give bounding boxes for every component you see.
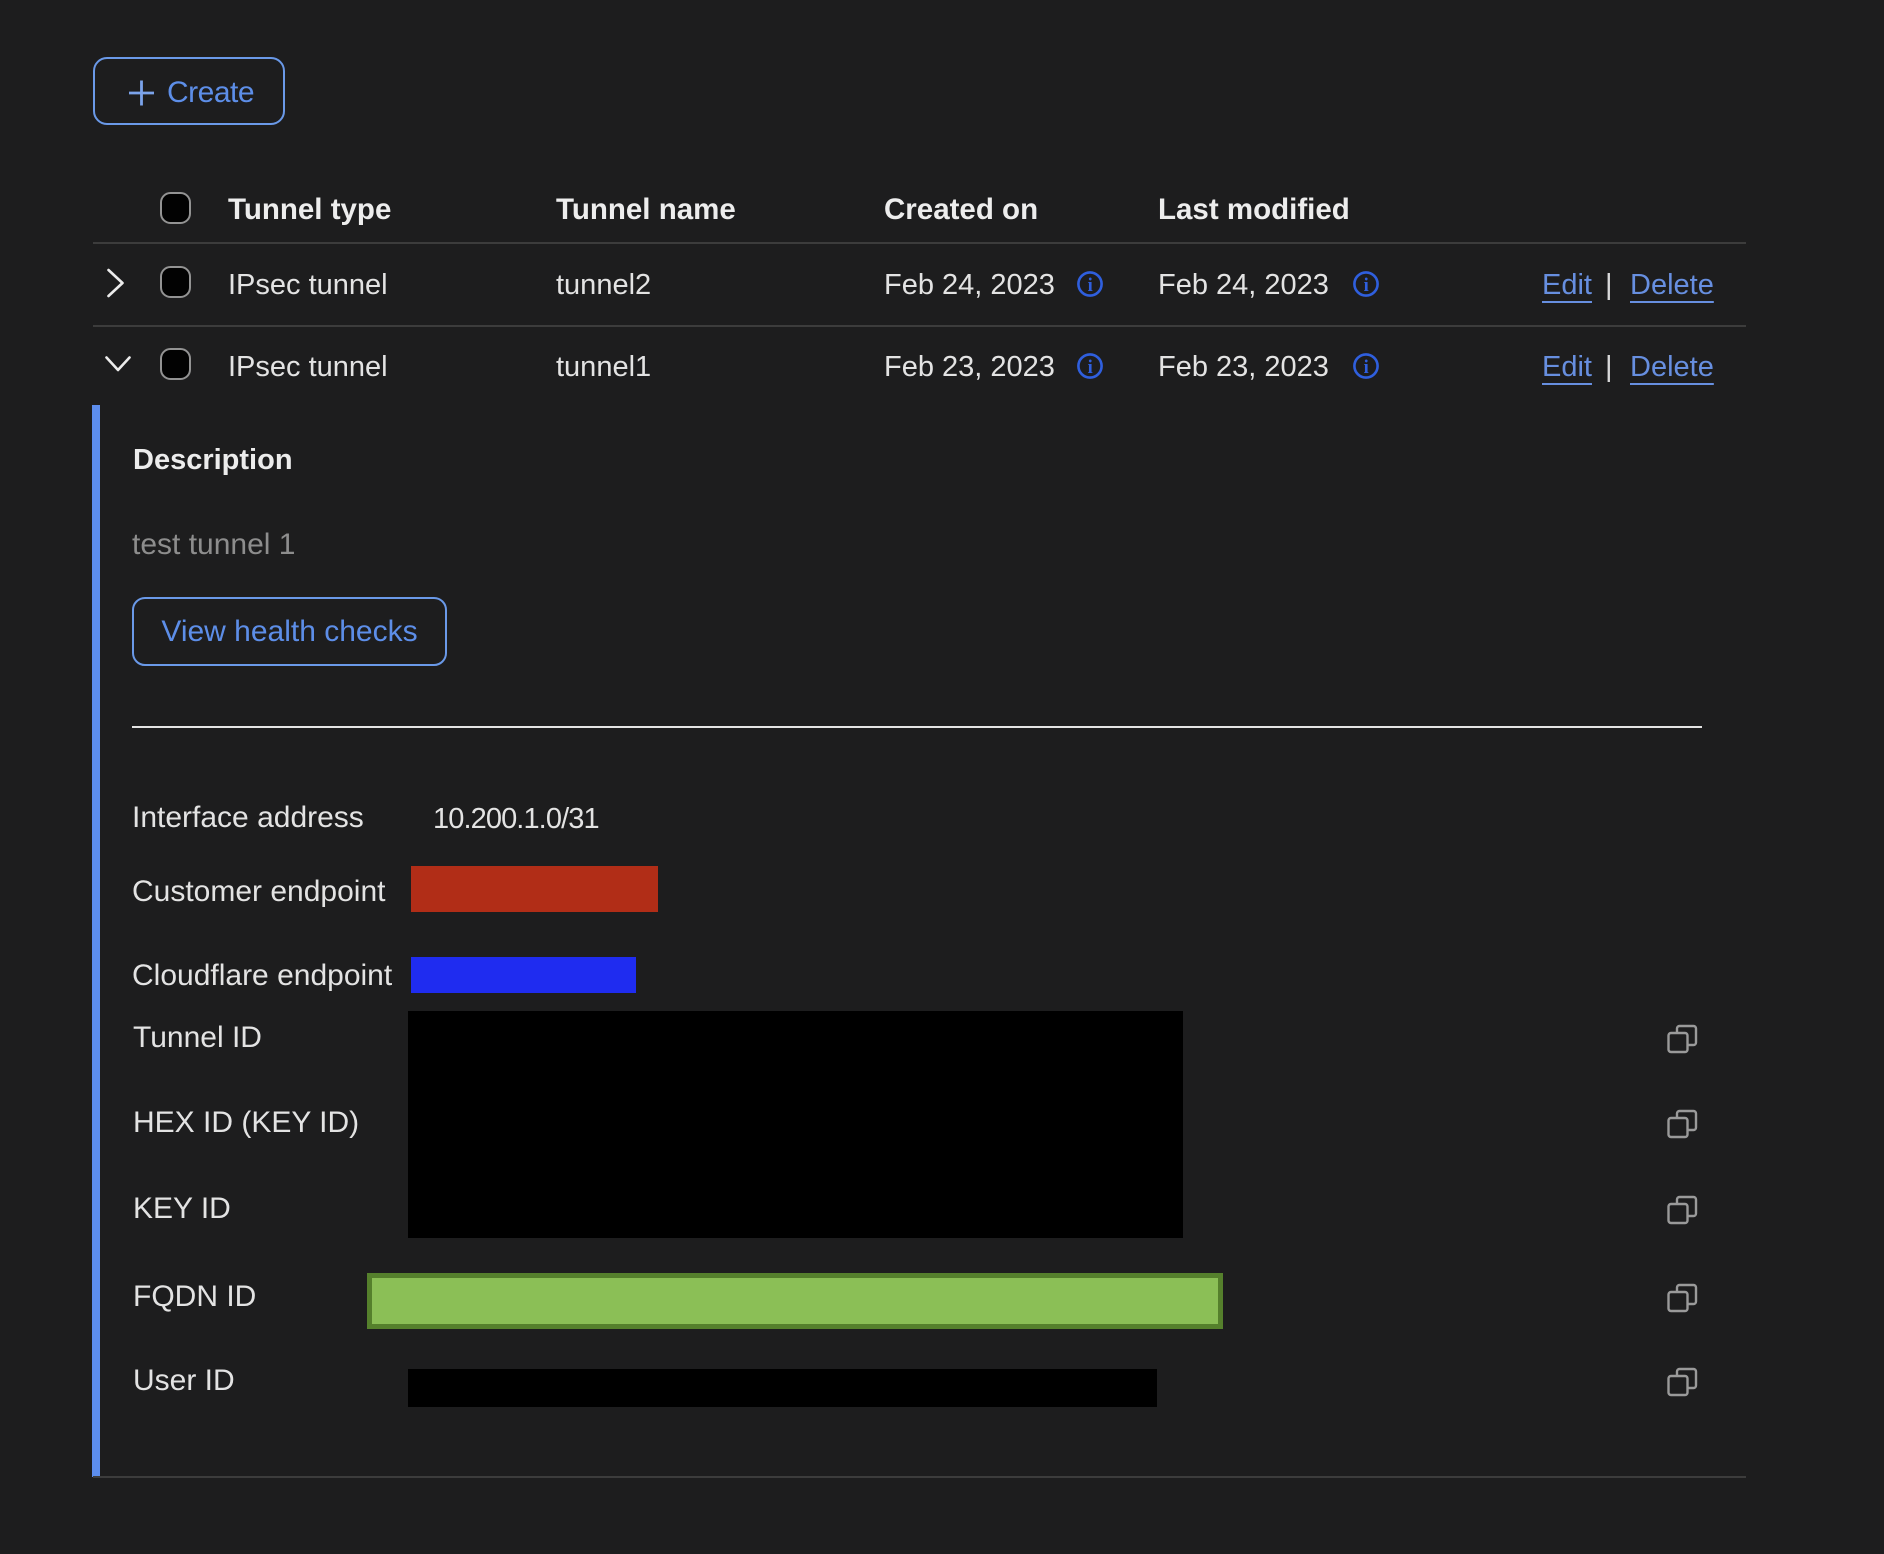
svg-text:i: i	[1088, 276, 1093, 296]
svg-text:i: i	[1088, 358, 1093, 378]
svg-text:i: i	[1364, 276, 1369, 296]
svg-text:i: i	[1364, 358, 1369, 378]
